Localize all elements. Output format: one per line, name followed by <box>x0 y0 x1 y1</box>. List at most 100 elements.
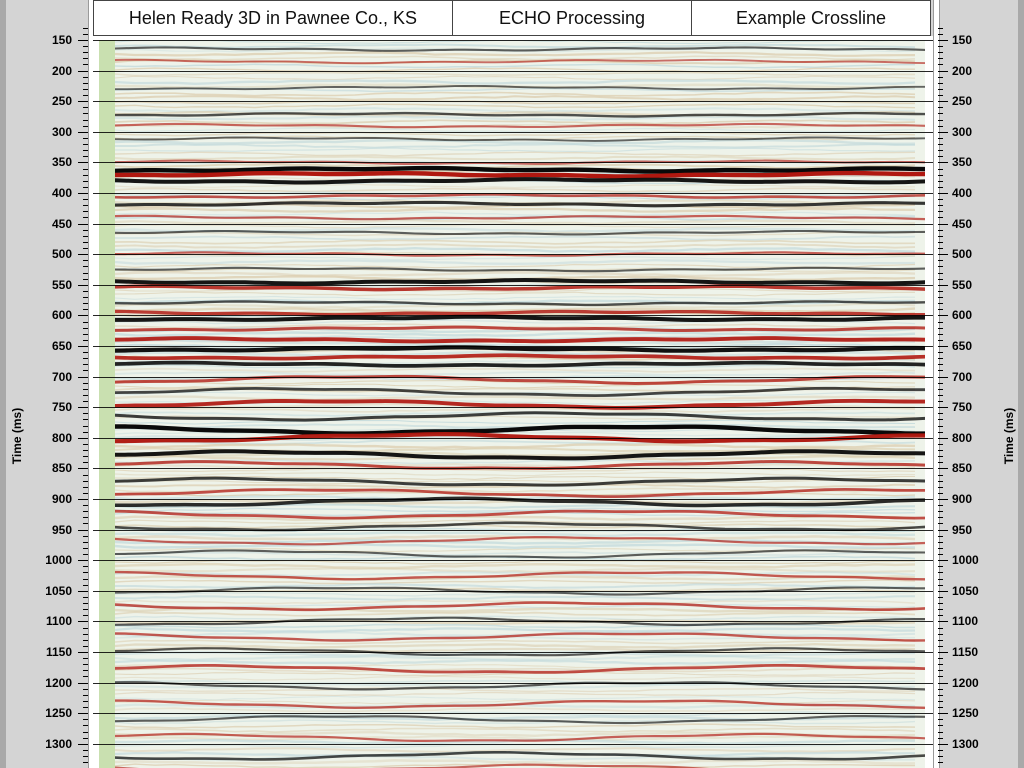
y-minor-tick-right <box>938 511 943 512</box>
y-minor-tick-right <box>938 217 943 218</box>
y-minor-tick-right <box>938 28 943 29</box>
y-minor-tick-left <box>83 475 88 476</box>
y-minor-tick-left <box>83 738 88 739</box>
y-major-tick-right <box>938 132 948 133</box>
y-minor-tick-left <box>83 615 88 616</box>
y-minor-tick-left <box>83 34 88 35</box>
y-minor-tick-right <box>938 46 943 47</box>
y-minor-tick-right <box>938 297 943 298</box>
y-minor-tick-left <box>83 242 88 243</box>
y-major-tick-right <box>938 438 948 439</box>
y-major-tick-left <box>78 71 88 72</box>
y-tick-label-right: 850 <box>952 461 973 476</box>
y-minor-tick-right <box>938 138 943 139</box>
y-tick-label-right: 350 <box>952 155 973 170</box>
y-minor-tick-right <box>938 169 943 170</box>
y-tick-label-left: 550 <box>51 277 72 292</box>
y-major-tick-right <box>938 683 948 684</box>
right-window-edge <box>1018 0 1024 768</box>
y-minor-tick-left <box>83 46 88 47</box>
y-minor-tick-right <box>938 481 943 482</box>
y-minor-tick-left <box>83 444 88 445</box>
y-tick-label-right: 250 <box>952 94 973 109</box>
y-major-tick-right <box>938 346 948 347</box>
y-tick-label-left: 750 <box>51 400 72 415</box>
y-tick-label-right: 600 <box>952 308 973 323</box>
y-minor-tick-right <box>938 579 943 580</box>
survey-name-cell: Helen Ready 3D in Pawnee Co., KS <box>94 1 453 35</box>
y-minor-tick-left <box>83 493 88 494</box>
y-minor-tick-right <box>938 64 943 65</box>
y-tick-label-right: 900 <box>952 492 973 506</box>
y-minor-tick-right <box>938 107 943 108</box>
y-minor-tick-left <box>83 144 88 145</box>
y-minor-tick-left <box>83 266 88 267</box>
y-minor-tick-left <box>83 585 88 586</box>
y-tick-label-right: 1200 <box>952 675 979 690</box>
y-minor-tick-left <box>83 95 88 96</box>
y-minor-tick-left <box>83 370 88 371</box>
y-minor-tick-right <box>938 328 943 329</box>
y-tick-label-right: 1050 <box>952 583 979 598</box>
y-minor-tick-left <box>83 64 88 65</box>
y-minor-tick-left <box>83 701 88 702</box>
y-minor-tick-left <box>83 28 88 29</box>
y-minor-tick-left <box>83 77 88 78</box>
y-minor-tick-right <box>938 175 943 176</box>
y-tick-label-left: 200 <box>51 63 72 78</box>
y-major-tick-right <box>938 530 948 531</box>
y-minor-tick-left <box>83 505 88 506</box>
y-minor-tick-left <box>83 756 88 757</box>
y-minor-tick-left <box>83 126 88 127</box>
y-tick-label-left: 700 <box>51 369 72 384</box>
y-tick-label-right: 1250 <box>952 706 979 721</box>
y-minor-tick-left <box>83 303 88 304</box>
y-tick-label-right: 750 <box>952 400 973 415</box>
y-major-tick-left <box>78 713 88 714</box>
y-minor-tick-left <box>83 291 88 292</box>
y-minor-tick-right <box>938 750 943 751</box>
y-minor-tick-left <box>83 597 88 598</box>
y-minor-tick-left <box>83 279 88 280</box>
y-major-tick-left <box>78 744 88 745</box>
y-minor-tick-left <box>83 548 88 549</box>
y-minor-tick-right <box>938 628 943 629</box>
y-minor-tick-right <box>938 426 943 427</box>
y-minor-tick-left <box>83 322 88 323</box>
y-major-tick-left <box>78 101 88 102</box>
y-tick-label-left: 1250 <box>45 706 72 721</box>
y-minor-tick-right <box>938 383 943 384</box>
y-minor-tick-right <box>938 395 943 396</box>
y-minor-tick-left <box>83 456 88 457</box>
y-minor-tick-left <box>83 150 88 151</box>
y-major-tick-right <box>938 499 948 500</box>
y-minor-tick-left <box>83 120 88 121</box>
y-major-tick-right <box>938 254 948 255</box>
y-tick-label-left: 300 <box>51 124 72 139</box>
processing-cell: ECHO Processing <box>453 1 692 35</box>
y-minor-tick-left <box>83 297 88 298</box>
y-minor-tick-right <box>938 273 943 274</box>
y-minor-tick-right <box>938 266 943 267</box>
y-minor-tick-left <box>83 707 88 708</box>
y-minor-tick-left <box>83 750 88 751</box>
y-minor-tick-left <box>83 646 88 647</box>
y-minor-tick-left <box>83 487 88 488</box>
y-minor-tick-left <box>83 211 88 212</box>
y-minor-tick-right <box>938 542 943 543</box>
y-minor-tick-left <box>83 542 88 543</box>
y-minor-tick-right <box>938 634 943 635</box>
y-minor-tick-right <box>938 248 943 249</box>
y-minor-tick-left <box>83 462 88 463</box>
y-tick-label-right: 1300 <box>952 736 979 751</box>
y-major-tick-left <box>78 315 88 316</box>
y-minor-tick-left <box>83 113 88 114</box>
y-tick-label-left: 650 <box>51 339 72 353</box>
y-minor-tick-right <box>938 738 943 739</box>
y-minor-tick-left <box>83 58 88 59</box>
y-minor-tick-right <box>938 95 943 96</box>
y-tick-label-left: 900 <box>51 492 72 506</box>
y-minor-tick-left <box>83 603 88 604</box>
y-major-tick-left <box>78 683 88 684</box>
y-minor-tick-left <box>83 328 88 329</box>
